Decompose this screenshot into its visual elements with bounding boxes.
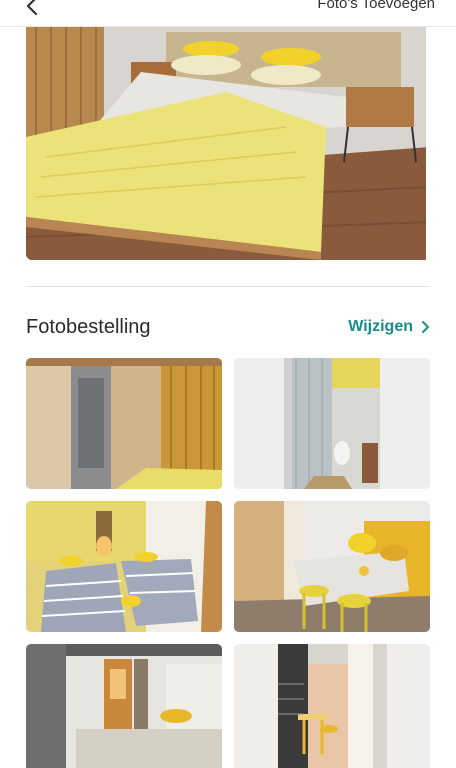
photo-thumbnail[interactable]: [26, 644, 222, 768]
back-button[interactable]: [18, 0, 46, 20]
section-divider: [26, 286, 430, 287]
add-photos-link[interactable]: Foto's Toevoegen: [317, 0, 435, 12]
section-title: Fotobestelling: [26, 316, 151, 338]
photo-thumbnail[interactable]: [234, 644, 430, 768]
edit-order-button[interactable]: Wijzigen: [348, 318, 430, 336]
photo-thumbnail[interactable]: [26, 501, 222, 632]
photo-thumbnail[interactable]: [26, 358, 222, 489]
photo-thumbnail[interactable]: [234, 358, 430, 489]
top-bar: Foto's Toevoegen: [0, 0, 456, 27]
chevron-left-icon: [26, 0, 38, 16]
photo-thumbnail[interactable]: [234, 501, 430, 632]
chevron-right-icon: [422, 321, 429, 333]
edit-label: Wijzigen: [348, 318, 413, 335]
cover-photo[interactable]: [26, 27, 430, 260]
